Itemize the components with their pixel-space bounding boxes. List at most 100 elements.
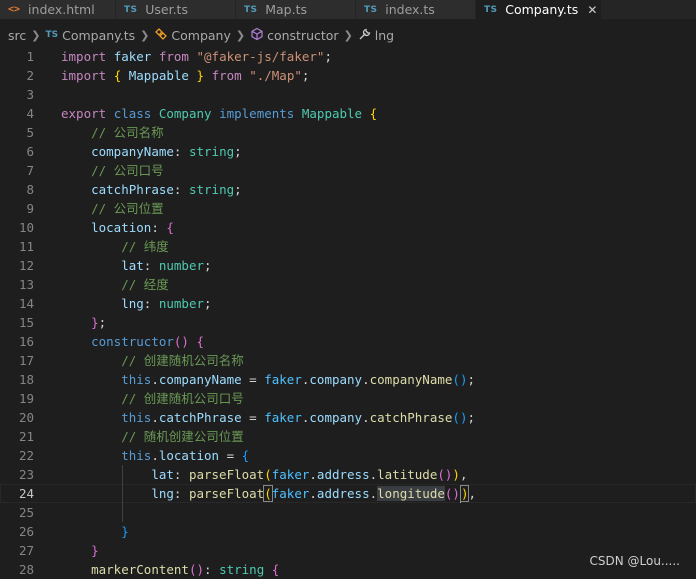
breadcrumb-folder[interactable]: src — [8, 28, 26, 43]
code-line: 4 export class Company implements Mappab… — [0, 104, 696, 123]
code-line: 14 lng: number; — [0, 294, 696, 313]
code-text: constructor() { — [91, 334, 205, 349]
line-number: 3 — [26, 87, 34, 102]
code-text: lat: number; — [121, 258, 212, 273]
line-number: 24 — [18, 486, 34, 501]
code-text: export class Company implements Mappable… — [61, 106, 378, 121]
code-text: lat: parseFloat(faker.address.latitude()… — [151, 467, 468, 482]
editor-tab-bar: <> index.html TS User.ts TS Map.ts TS in… — [0, 0, 696, 19]
code-line: 7 // 公司口号 — [0, 161, 696, 180]
code-line: 12 lat: number; — [0, 256, 696, 275]
line-number: 16 — [18, 334, 34, 349]
watermark: CSDN @Lou..... — [589, 554, 680, 568]
code-text: // 创建随机公司名称 — [61, 353, 244, 368]
code-line: 25 — [0, 503, 696, 522]
chevron-right-icon: ❯ — [343, 28, 353, 42]
code-line: 1 import faker from "@faker-js/faker"; — [0, 47, 696, 66]
code-line: 21 // 随机创建公司位置 — [0, 427, 696, 446]
code-text: markerContent(): string { — [91, 562, 280, 577]
chevron-right-icon: ❯ — [235, 28, 246, 42]
code-text: // 公司位置 — [61, 201, 164, 216]
line-number: 6 — [26, 144, 34, 159]
method-symbol-icon — [250, 27, 264, 44]
code-line: 2 import { Mappable } from "./Map"; — [0, 66, 696, 85]
code-line: 15 }; — [0, 313, 696, 332]
code-text: this.location = { — [121, 448, 250, 463]
line-number: 19 — [18, 391, 34, 406]
code-line: 17 // 创建随机公司名称 — [0, 351, 696, 370]
tab-label: index.html — [28, 2, 95, 17]
code-line: 5 // 公司名称 — [0, 123, 696, 142]
tab-user-ts[interactable]: TS User.ts — [116, 0, 236, 19]
line-number: 28 — [18, 562, 34, 577]
code-text: import faker from "@faker-js/faker"; — [61, 49, 332, 64]
code-text: // 随机创建公司位置 — [61, 429, 244, 444]
line-number: 27 — [18, 543, 34, 558]
line-number: 8 — [26, 182, 34, 197]
breadcrumb-file[interactable]: Company.ts — [62, 28, 135, 43]
code-line: 9 // 公司位置 — [0, 199, 696, 218]
code-text: // 经度 — [61, 277, 169, 292]
line-number: 26 — [18, 524, 34, 539]
code-line: 19 // 创建随机公司口号 — [0, 389, 696, 408]
breadcrumb-method[interactable]: constructor — [267, 28, 338, 43]
code-text: location: { — [91, 220, 174, 235]
line-number: 10 — [18, 220, 34, 235]
line-number: 12 — [18, 258, 34, 273]
code-line: 20 this.catchPhrase = faker.company.catc… — [0, 408, 696, 427]
line-number: 21 — [18, 429, 34, 444]
chevron-right-icon: ❯ — [31, 28, 41, 42]
tab-label: index.ts — [385, 2, 435, 17]
code-text: lng: parseFloat(faker.address.longitude(… — [151, 485, 476, 503]
line-number: 4 — [26, 106, 34, 121]
code-line: 22 this.location = { — [0, 446, 696, 465]
code-text: catchPhrase: string; — [91, 182, 242, 197]
close-icon[interactable]: ✕ — [587, 3, 597, 17]
wrench-property-icon — [358, 27, 372, 44]
html-file-icon: <> — [8, 4, 21, 15]
code-text: lng: number; — [121, 296, 212, 311]
code-line: 10 location: { — [0, 218, 696, 237]
chevron-right-icon: ❯ — [140, 28, 150, 42]
class-symbol-icon — [154, 27, 168, 44]
code-line-current: 24 lng: parseFloat(faker.address.longitu… — [0, 484, 696, 503]
code-text: // 公司名称 — [61, 125, 164, 140]
code-text: // 纬度 — [61, 239, 169, 254]
line-number: 25 — [18, 505, 34, 520]
code-text: import { Mappable } from "./Map"; — [61, 68, 310, 83]
tab-map-ts[interactable]: TS Map.ts — [236, 0, 356, 19]
line-number: 11 — [18, 239, 34, 254]
tab-index-html[interactable]: <> index.html — [0, 0, 116, 19]
tab-index-ts[interactable]: TS index.ts — [356, 0, 476, 19]
line-number: 23 — [18, 467, 34, 482]
code-text: // 公司口号 — [61, 163, 164, 178]
breadcrumb-property[interactable]: lng — [375, 28, 394, 43]
code-line: 18 this.companyName = faker.company.comp… — [0, 370, 696, 389]
line-number: 2 — [26, 68, 34, 83]
line-number: 17 — [18, 353, 34, 368]
tab-label: User.ts — [145, 2, 188, 17]
code-line: 13 // 经度 — [0, 275, 696, 294]
line-number: 13 — [18, 277, 34, 292]
typescript-file-icon: TS — [484, 4, 498, 15]
code-editor[interactable]: 1 import faker from "@faker-js/faker"; 2… — [0, 47, 696, 577]
code-line: 8 catchPhrase: string; — [0, 180, 696, 199]
breadcrumb-class[interactable]: Company — [171, 28, 230, 43]
line-number: 20 — [18, 410, 34, 425]
indent-guide — [122, 503, 123, 522]
tab-company-ts[interactable]: TS Company.ts ✕ — [476, 0, 602, 19]
code-line: 26 } — [0, 522, 696, 541]
typescript-file-icon: TS — [45, 30, 59, 40]
code-line: 16 constructor() { — [0, 332, 696, 351]
code-text: // 创建随机公司口号 — [61, 391, 244, 406]
typescript-file-icon: TS — [244, 4, 258, 15]
line-number: 22 — [18, 448, 34, 463]
code-line: 11 // 纬度 — [0, 237, 696, 256]
line-number: 1 — [26, 49, 34, 64]
line-number: 7 — [26, 163, 34, 178]
code-line: 3 — [0, 85, 696, 104]
breadcrumb: src ❯ TS Company.ts ❯ Company ❯ construc… — [0, 24, 696, 46]
line-number: 18 — [18, 372, 34, 387]
code-text: this.catchPhrase = faker.company.catchPh… — [121, 410, 476, 425]
line-number: 5 — [26, 125, 34, 140]
